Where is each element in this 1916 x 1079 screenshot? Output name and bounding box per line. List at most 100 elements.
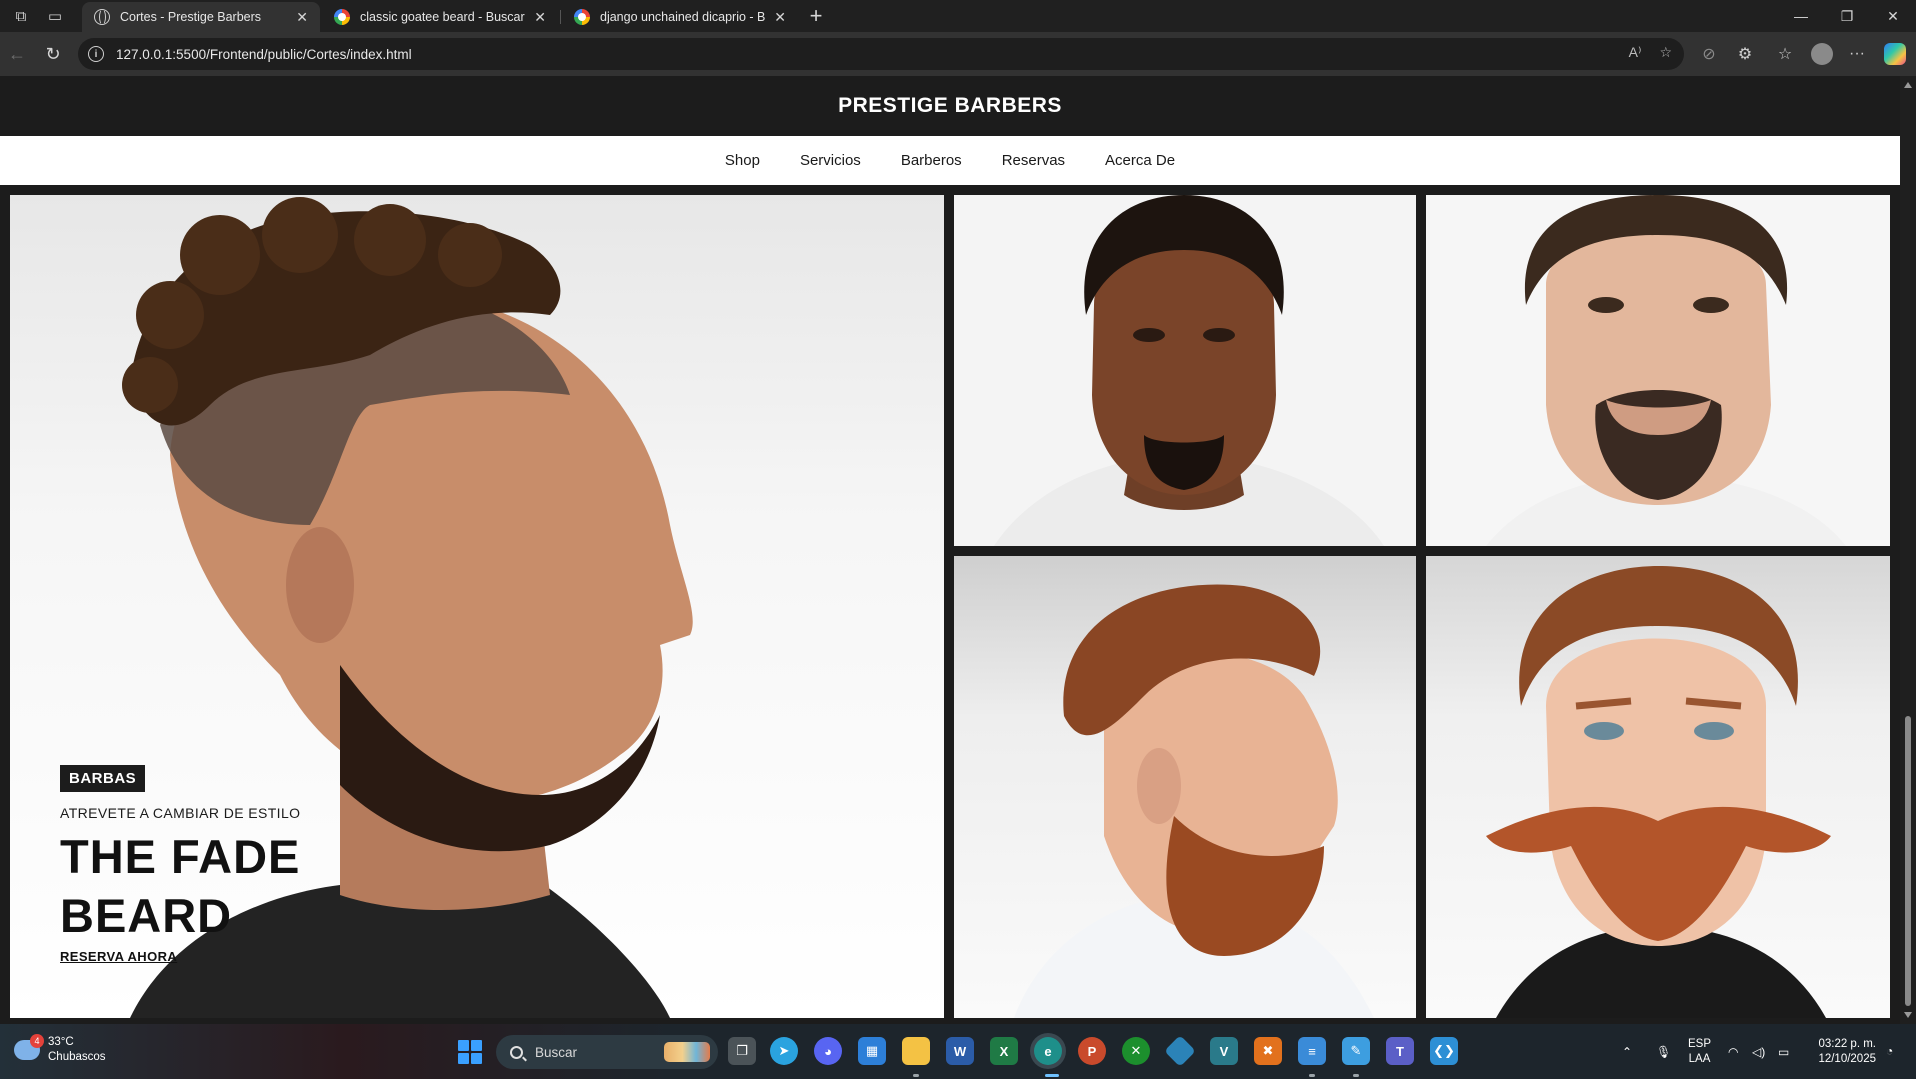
close-icon[interactable]: ✕ bbox=[774, 9, 786, 26]
keyboard-layout: LAA bbox=[1688, 1053, 1711, 1065]
hero-headline: THE FADE BEARD bbox=[60, 827, 480, 945]
word-icon[interactable]: W bbox=[946, 1037, 974, 1065]
hero-headline-line-1: THE FADE bbox=[60, 830, 301, 883]
show-hidden-icons[interactable]: ⌃ bbox=[1622, 1024, 1632, 1079]
taskbar-search-placeholder: Buscar bbox=[535, 1044, 578, 1060]
visual-studio-icon[interactable]: V bbox=[1210, 1037, 1238, 1065]
hero-kicker: ATREVETE A CAMBIAR DE ESTILO bbox=[60, 805, 301, 821]
notifications-icon[interactable]: ◔ bbox=[1886, 1042, 1902, 1060]
site-brand[interactable]: PRESTIGE BARBERS bbox=[838, 94, 1062, 118]
tracking-prevention-icon[interactable]: ⊘ bbox=[1696, 41, 1722, 67]
tab-title: classic goatee beard - Buscar con bbox=[360, 10, 526, 24]
google-icon bbox=[334, 9, 350, 25]
google-icon bbox=[574, 9, 590, 25]
running-indicator bbox=[913, 1074, 919, 1077]
minimize-button[interactable]: — bbox=[1778, 0, 1824, 32]
language-indicator[interactable]: ESP LAA bbox=[1688, 1037, 1711, 1067]
browser-tab-django[interactable]: django unchained dicaprio - Busc ✕ bbox=[562, 2, 798, 32]
discord-icon[interactable]: ◕ bbox=[814, 1037, 842, 1065]
task-view-icon[interactable]: ❐ bbox=[728, 1037, 756, 1065]
system-clock[interactable]: 03:22 p. m. 12/10/2025 bbox=[1806, 1037, 1876, 1067]
hero-overlay: BARBAS ATREVETE A CAMBIAR DE ESTILO THE … bbox=[60, 765, 480, 966]
page-scrollbar[interactable] bbox=[1900, 76, 1916, 1024]
excel-icon[interactable]: X bbox=[990, 1037, 1018, 1065]
paint-icon[interactable]: ✎ bbox=[1342, 1037, 1370, 1065]
gallery-card-2[interactable] bbox=[1426, 195, 1890, 546]
tab-title: django unchained dicaprio - Busc bbox=[600, 10, 766, 24]
nav-link-shop[interactable]: Shop bbox=[725, 148, 760, 173]
teams-icon[interactable]: T bbox=[1386, 1037, 1414, 1065]
profile-avatar[interactable] bbox=[1811, 43, 1833, 65]
info-icon[interactable]: i bbox=[88, 46, 104, 62]
file-explorer-icon[interactable] bbox=[902, 1037, 930, 1065]
new-tab-button[interactable]: + bbox=[802, 2, 830, 30]
xampp-icon[interactable]: ✖ bbox=[1254, 1037, 1282, 1065]
xbox-icon[interactable]: ✕ bbox=[1122, 1037, 1150, 1065]
globe-icon bbox=[94, 9, 110, 25]
browser-tab-cortes[interactable]: Cortes - Prestige Barbers ✕ bbox=[82, 2, 320, 32]
nav-link-servicios[interactable]: Servicios bbox=[800, 148, 861, 173]
active-indicator bbox=[1045, 1074, 1059, 1077]
kodi-icon[interactable] bbox=[1164, 1035, 1196, 1067]
volume-icon[interactable]: ◁) bbox=[1752, 1024, 1765, 1079]
wifi-icon[interactable]: ◠ bbox=[1728, 1024, 1738, 1079]
weather-widget[interactable]: 4 33°C Chubascos bbox=[14, 1034, 106, 1065]
search-highlight-art bbox=[664, 1042, 710, 1062]
gallery-photo-goatee-1 bbox=[954, 195, 1416, 546]
language-code: ESP bbox=[1688, 1038, 1712, 1050]
tab-separator bbox=[560, 10, 561, 24]
powerpoint-icon[interactable]: P bbox=[1078, 1037, 1106, 1065]
tab-title: Cortes - Prestige Barbers bbox=[120, 10, 262, 24]
weather-temp: 33°C bbox=[48, 1036, 74, 1048]
running-indicator bbox=[1353, 1074, 1359, 1077]
nav-link-reservas[interactable]: Reservas bbox=[1002, 148, 1065, 173]
edge-icon[interactable]: e bbox=[1034, 1037, 1062, 1065]
scroll-down-arrow-icon[interactable] bbox=[1904, 1012, 1912, 1018]
windows-taskbar: 4 33°C Chubascos Buscar ❐ ➤ ◕ ▦ W X e P … bbox=[0, 1024, 1916, 1079]
favorites-icon[interactable]: ☆ bbox=[1772, 41, 1798, 67]
weather-badge: 4 bbox=[30, 1034, 44, 1048]
telegram-icon[interactable]: ➤ bbox=[770, 1037, 798, 1065]
gallery-card-1[interactable] bbox=[954, 195, 1416, 546]
workspaces-icon[interactable]: ⧉ bbox=[6, 0, 36, 32]
copilot-icon[interactable] bbox=[1884, 43, 1906, 65]
battery-icon[interactable]: ▭ bbox=[1778, 1024, 1789, 1079]
favorite-star-icon[interactable]: ☆ bbox=[1659, 44, 1672, 61]
scroll-up-arrow-icon[interactable] bbox=[1904, 82, 1912, 88]
refresh-button[interactable]: ↻ bbox=[38, 39, 68, 69]
gallery-card-3[interactable] bbox=[954, 556, 1416, 1018]
scroll-thumb[interactable] bbox=[1905, 716, 1911, 1006]
start-button[interactable] bbox=[458, 1040, 482, 1064]
restore-button[interactable]: ❐ bbox=[1824, 0, 1870, 32]
tab-actions-icon[interactable]: ▭ bbox=[40, 0, 70, 32]
microphone-icon[interactable]: 🎙 bbox=[1656, 1024, 1671, 1079]
address-bar-actions: A⁾ ☆ bbox=[1629, 44, 1672, 61]
search-icon bbox=[510, 1045, 523, 1059]
category-tag: BARBAS bbox=[60, 765, 146, 792]
back-button[interactable]: ← bbox=[2, 39, 32, 69]
close-window-button[interactable]: ✕ bbox=[1870, 0, 1916, 32]
url-text[interactable]: 127.0.0.1:5500/Frontend/public/Cortes/in… bbox=[116, 47, 412, 62]
haircut-gallery: BARBAS ATREVETE A CAMBIAR DE ESTILO THE … bbox=[0, 185, 1900, 1024]
nav-link-barberos[interactable]: Barberos bbox=[901, 148, 962, 173]
reserva-ahora-link[interactable]: RESERVA AHORA bbox=[60, 949, 177, 964]
vscode-icon[interactable]: ❮❯ bbox=[1430, 1037, 1458, 1065]
address-bar[interactable]: i 127.0.0.1:5500/Frontend/public/Cortes/… bbox=[78, 38, 1684, 70]
close-icon[interactable]: ✕ bbox=[534, 9, 546, 26]
hero-card-fade-beard[interactable]: BARBAS ATREVETE A CAMBIAR DE ESTILO THE … bbox=[10, 195, 944, 1018]
nav-link-acerca-de[interactable]: Acerca De bbox=[1105, 148, 1175, 173]
microsoft-store-icon[interactable]: ▦ bbox=[858, 1037, 886, 1065]
read-aloud-icon[interactable]: A⁾ bbox=[1629, 44, 1642, 61]
gallery-photo-handlebar-mustache bbox=[1486, 566, 1831, 1018]
running-indicator bbox=[1309, 1074, 1315, 1077]
more-options-icon[interactable]: ··· bbox=[1844, 41, 1870, 67]
weather-desc: Chubascos bbox=[48, 1051, 106, 1063]
gallery-photo-goatee-2 bbox=[1426, 195, 1890, 546]
taskbar-search[interactable]: Buscar bbox=[496, 1035, 718, 1069]
gallery-card-4[interactable] bbox=[1426, 556, 1890, 1018]
browser-tab-goatee[interactable]: classic goatee beard - Buscar con ✕ bbox=[322, 2, 558, 32]
close-icon[interactable]: ✕ bbox=[296, 9, 308, 26]
notepad-icon[interactable]: ≡ bbox=[1298, 1037, 1326, 1065]
extensions-icon[interactable]: ⚙ bbox=[1732, 41, 1758, 67]
page-viewport: PRESTIGE BARBERS Shop Servicios Barberos… bbox=[0, 76, 1900, 1024]
